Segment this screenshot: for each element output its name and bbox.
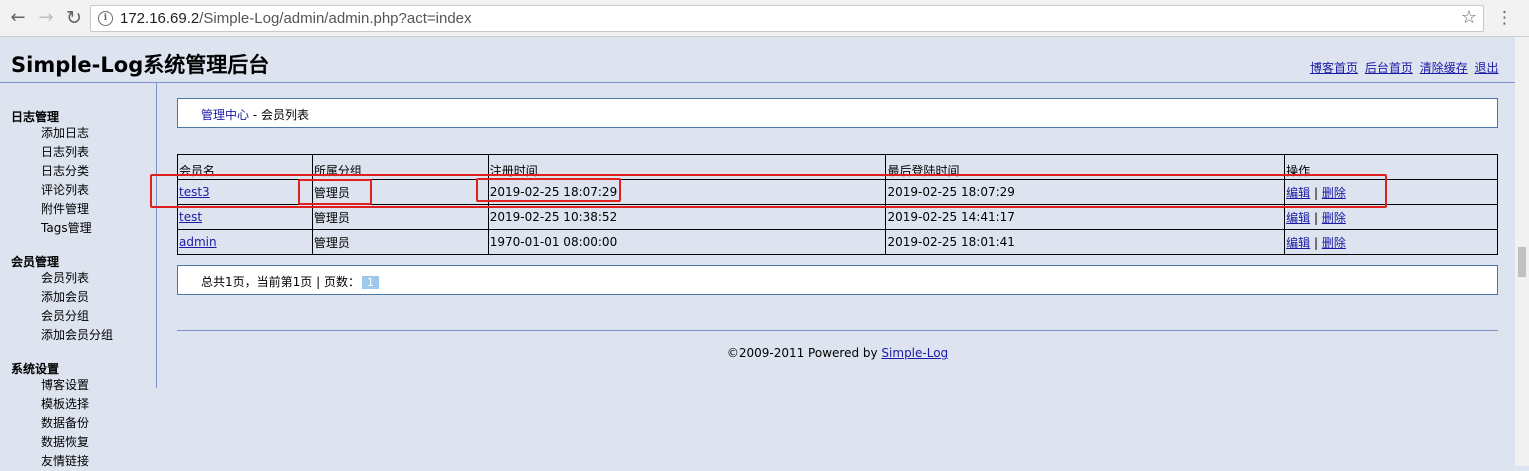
member-group: 管理员 xyxy=(311,229,489,255)
member-registered: 1970-01-01 08:00:00 xyxy=(487,229,887,255)
url-host: 172.16.69.2 xyxy=(120,10,200,27)
address-bar[interactable]: i 172.16.69.2/Simple-Log/admin/admin.php… xyxy=(90,5,1484,32)
sidebar-item-blog-settings[interactable]: 博客设置 xyxy=(11,376,89,395)
header-divider xyxy=(0,82,1515,83)
sidebar-group-title: 系统设置 xyxy=(11,362,60,376)
sidebar-item-restore[interactable]: 数据恢复 xyxy=(11,433,89,452)
edit-link[interactable]: 编辑 xyxy=(1286,211,1310,225)
sidebar-item-backup[interactable]: 数据备份 xyxy=(11,414,89,433)
sidebar-group-title: 日志管理 xyxy=(11,110,60,124)
sidebar-item-add-post[interactable]: 添加日志 xyxy=(11,124,92,143)
star-icon[interactable]: ☆ xyxy=(1461,7,1477,28)
breadcrumb-current: 会员列表 xyxy=(260,108,309,122)
sidebar-group-title: 会员管理 xyxy=(11,255,60,269)
sidebar-group-posts: 日志管理 添加日志 日志列表 日志分类 评论列表 附件管理 Tags管理 xyxy=(11,110,92,238)
member-actions: 编辑 | 删除 xyxy=(1284,229,1498,255)
action-separator: | xyxy=(1310,235,1322,250)
url-text[interactable]: 172.16.69.2/Simple-Log/admin/admin.php?a… xyxy=(120,9,472,28)
sidebar-item-add-member-group[interactable]: 添加会员分组 xyxy=(11,326,113,345)
footer-copyright: ©2009-2011 Powered by xyxy=(726,346,882,360)
admin-home-link[interactable]: 后台首页 xyxy=(1365,61,1413,75)
delete-link[interactable]: 删除 xyxy=(1322,211,1346,225)
sidebar-item-templates[interactable]: 模板选择 xyxy=(11,395,89,414)
member-name-link[interactable]: test xyxy=(179,210,202,224)
blog-home-link[interactable]: 博客首页 xyxy=(1310,61,1358,75)
pagination-summary: 总共1页，当前第1页 | 页数： xyxy=(201,275,360,289)
highlight-group-box xyxy=(298,179,372,205)
sidebar-item-links[interactable]: 友情链接 xyxy=(11,452,89,471)
footer: ©2009-2011 Powered by Simple-Log xyxy=(177,346,1498,360)
scrollbar-thumb[interactable] xyxy=(1518,247,1526,277)
vertical-scrollbar[interactable] xyxy=(1515,37,1529,466)
footer-link[interactable]: Simple-Log xyxy=(881,346,948,360)
edit-link[interactable]: 编辑 xyxy=(1286,236,1310,250)
site-title: Simple-Log系统管理后台 xyxy=(11,53,270,77)
member-group: 管理员 xyxy=(311,204,489,230)
sidebar-item-categories[interactable]: 日志分类 xyxy=(11,162,92,181)
url-path: /Simple-Log/admin/admin.php?act=index xyxy=(199,10,472,27)
page-number-button[interactable]: 1 xyxy=(361,276,379,289)
member-last-login: 2019-02-25 14:41:17 xyxy=(885,204,1286,230)
sidebar-divider xyxy=(156,83,157,388)
pagination-text: 总共1页，当前第1页 | 页数： 1 xyxy=(201,273,379,290)
table-row: test 管理员 2019-02-25 10:38:52 2019-02-25 … xyxy=(177,204,1498,230)
sidebar-item-member-groups[interactable]: 会员分组 xyxy=(11,307,113,326)
member-registered: 2019-02-25 10:38:52 xyxy=(487,204,887,230)
sidebar-item-comments[interactable]: 评论列表 xyxy=(11,181,92,200)
table-row: admin 管理员 1970-01-01 08:00:00 2019-02-25… xyxy=(177,229,1498,255)
member-name-link[interactable]: admin xyxy=(179,235,217,249)
sidebar-item-tags[interactable]: Tags管理 xyxy=(11,219,92,238)
menu-icon[interactable]: ⋮ xyxy=(1496,9,1513,27)
logout-link[interactable]: 退出 xyxy=(1475,61,1499,75)
breadcrumb-text: 管理中心 - 会员列表 xyxy=(201,106,309,123)
sidebar-item-member-list[interactable]: 会员列表 xyxy=(11,269,113,288)
member-actions: 编辑 | 删除 xyxy=(1284,204,1498,230)
back-arrow-icon[interactable]: ← xyxy=(8,8,28,28)
top-links: 博客首页 后台首页 清除缓存 退出 xyxy=(1310,59,1502,76)
action-separator: | xyxy=(1310,210,1322,225)
sidebar-item-post-list[interactable]: 日志列表 xyxy=(11,143,92,162)
info-icon[interactable]: i xyxy=(98,11,113,26)
sidebar-item-attachments[interactable]: 附件管理 xyxy=(11,200,92,219)
delete-link[interactable]: 删除 xyxy=(1322,236,1346,250)
clear-cache-link[interactable]: 清除缓存 xyxy=(1420,61,1468,75)
breadcrumb-home-link[interactable]: 管理中心 xyxy=(201,108,249,122)
breadcrumb: 管理中心 - 会员列表 xyxy=(177,98,1498,128)
forward-arrow-icon[interactable]: → xyxy=(36,8,56,28)
member-last-login: 2019-02-25 18:01:41 xyxy=(885,229,1286,255)
breadcrumb-separator: - xyxy=(249,108,261,122)
sidebar-group-settings: 系统设置 博客设置 模板选择 数据备份 数据恢复 友情链接 xyxy=(11,362,89,471)
footer-divider xyxy=(177,330,1498,331)
sidebar-group-members: 会员管理 会员列表 添加会员 会员分组 添加会员分组 xyxy=(11,255,113,345)
browser-toolbar: ← → ↻ i 172.16.69.2/Simple-Log/admin/adm… xyxy=(0,0,1529,37)
sidebar-item-add-member[interactable]: 添加会员 xyxy=(11,288,113,307)
highlight-registered-box xyxy=(476,178,621,202)
pagination: 总共1页，当前第1页 | 页数： 1 xyxy=(177,265,1498,295)
reload-icon[interactable]: ↻ xyxy=(64,8,84,28)
